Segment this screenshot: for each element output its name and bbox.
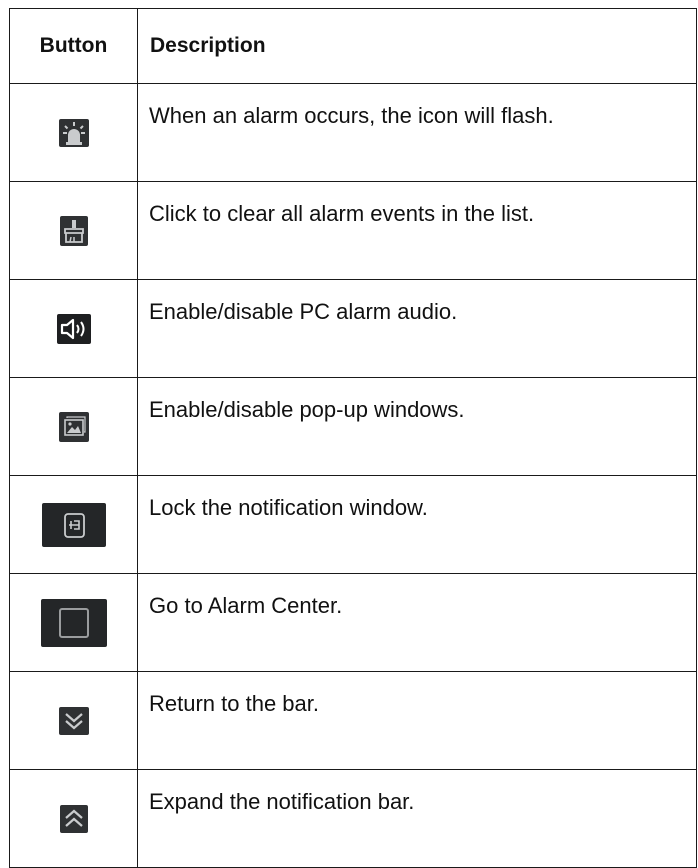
popup-window-icon xyxy=(58,411,89,442)
row-description: Expand the notification bar. xyxy=(137,769,697,868)
clear-broom-icon xyxy=(59,215,88,246)
speaker-icon xyxy=(56,313,91,344)
icon-cell xyxy=(9,279,138,378)
lock-pin-icon xyxy=(41,502,106,547)
icon-cell xyxy=(9,181,138,280)
row-description: Click to clear all alarm events in the l… xyxy=(137,181,697,280)
table-row: Enable/disable PC alarm audio. xyxy=(9,279,697,378)
header-button: Button xyxy=(9,8,138,84)
icon-cell xyxy=(9,83,138,182)
row-description: Lock the notification window. xyxy=(137,475,697,574)
alarm-light-icon xyxy=(58,118,89,147)
table-header-row: Button Description xyxy=(9,8,697,84)
icon-cell xyxy=(9,377,138,476)
table-row: Click to clear all alarm events in the l… xyxy=(9,181,697,280)
row-description: Go to Alarm Center. xyxy=(137,573,697,672)
header-description: Description xyxy=(137,8,697,84)
table-row: Lock the notification window. xyxy=(9,475,697,574)
button-description-table: Button Description When an alarm occurs,… xyxy=(9,8,697,868)
row-description: Enable/disable PC alarm audio. xyxy=(137,279,697,378)
alarm-center-icon xyxy=(40,598,107,647)
table-row: Go to Alarm Center. xyxy=(9,573,697,672)
row-description: When an alarm occurs, the icon will flas… xyxy=(137,83,697,182)
row-description: Enable/disable pop-up windows. xyxy=(137,377,697,476)
icon-cell xyxy=(9,573,138,672)
icon-cell xyxy=(9,475,138,574)
table-row: Expand the notification bar. xyxy=(9,769,697,868)
icon-cell xyxy=(9,671,138,770)
chevron-double-down-icon xyxy=(58,706,89,735)
icon-cell xyxy=(9,769,138,868)
table-row: Return to the bar. xyxy=(9,671,697,770)
chevron-double-up-icon xyxy=(59,804,88,833)
table-row: When an alarm occurs, the icon will flas… xyxy=(9,83,697,182)
row-description: Return to the bar. xyxy=(137,671,697,770)
table-row: Enable/disable pop-up windows. xyxy=(9,377,697,476)
